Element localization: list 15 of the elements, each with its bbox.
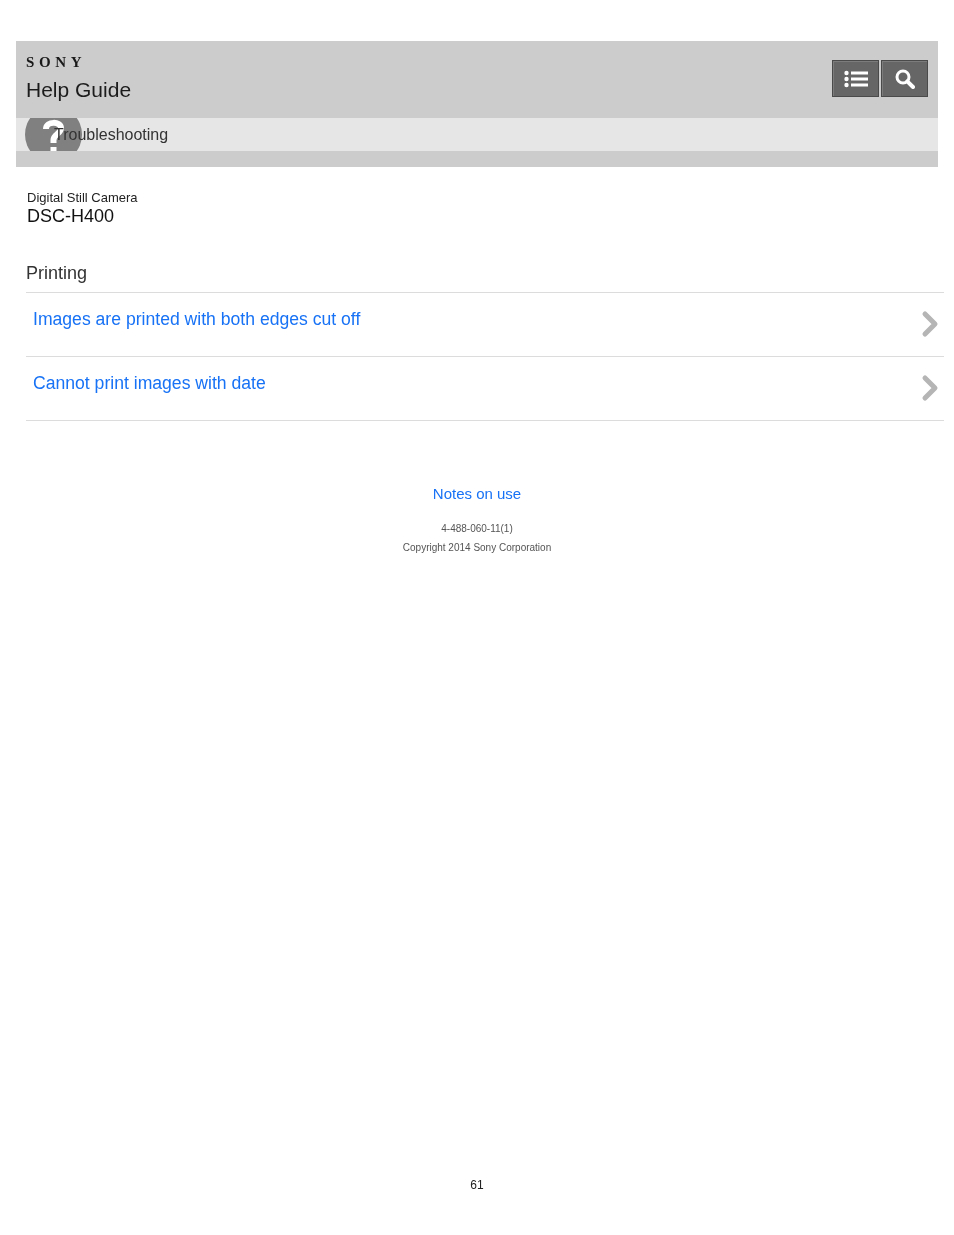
document-code: 4-488-060-11(1) — [441, 523, 513, 535]
copyright-text: Copyright 2014 Sony Corporation — [402, 542, 552, 554]
topic-link[interactable]: Images are printed with both edges cut off — [33, 309, 361, 329]
list-icon — [843, 69, 868, 88]
page-title: Help Guide — [26, 78, 132, 102]
product-category: Digital Still Camera — [27, 190, 138, 206]
search-button[interactable] — [881, 60, 928, 97]
menu-button[interactable] — [832, 60, 879, 97]
topic-link[interactable]: Cannot print images with date — [33, 373, 266, 393]
page-number: 61 — [470, 1178, 484, 1192]
brand-logo: SONY — [26, 53, 87, 71]
search-icon — [894, 68, 915, 89]
section-heading: Printing — [26, 263, 88, 283]
notes-link[interactable]: Notes on use — [432, 485, 522, 503]
product-model: DSC-H400 — [27, 206, 115, 226]
